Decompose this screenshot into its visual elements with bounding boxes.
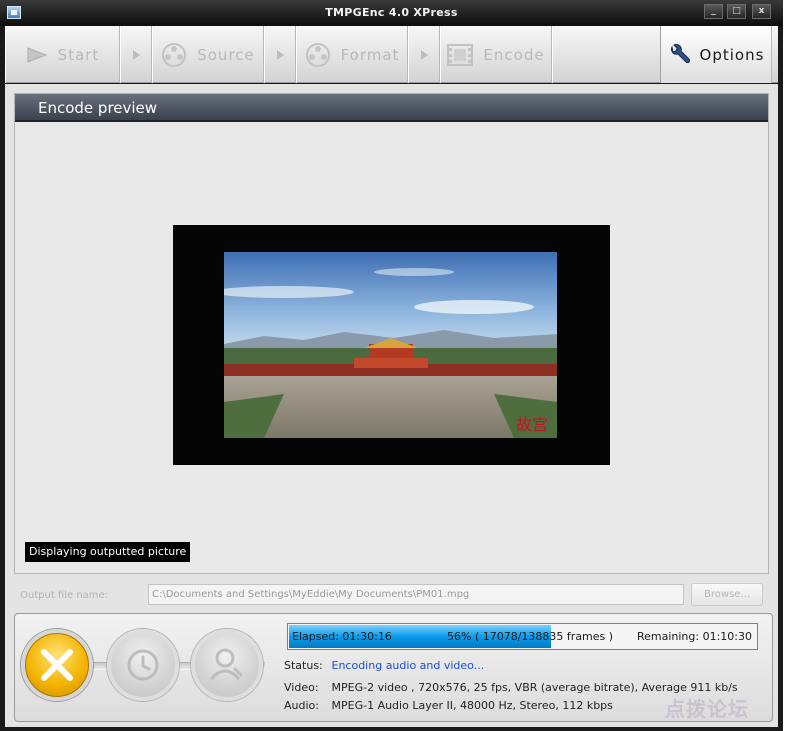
progress-percent: 56% ( 17078/138835 frames ) bbox=[447, 630, 614, 643]
browse-button[interactable]: Browse... bbox=[691, 583, 763, 606]
main-window: TMPGEnc 4.0 XPress _ □ x Start Source Fo… bbox=[0, 0, 783, 731]
preview-title: Encode preview bbox=[38, 99, 158, 117]
schedule-button[interactable] bbox=[107, 629, 179, 701]
wrench-icon bbox=[670, 43, 690, 63]
format-label: Format bbox=[340, 45, 400, 64]
encode-preview-panel: Encode preview 故宫 Displaying outputted p… bbox=[14, 93, 769, 574]
cancel-encode-button[interactable] bbox=[21, 629, 93, 701]
elapsed-time: Elapsed: 01:30:16 bbox=[292, 630, 392, 643]
remaining-time: Remaining: 01:10:30 bbox=[636, 630, 752, 643]
preview-status-label: Displaying outputted picture bbox=[25, 542, 191, 562]
start-button[interactable]: Start bbox=[5, 26, 120, 83]
audio-row: Audio: MPEG-1 Audio Layer II, 48000 Hz, … bbox=[284, 699, 613, 712]
close-x-icon bbox=[41, 649, 73, 681]
clock-icon bbox=[127, 649, 159, 681]
status-value: Encoding audio and video... bbox=[331, 659, 485, 672]
encode-control-panel: Elapsed: 01:30:16 56% ( 17078/138835 fra… bbox=[14, 613, 773, 722]
title-bar[interactable]: TMPGEnc 4.0 XPress _ □ x bbox=[0, 0, 783, 26]
window-title: TMPGEnc 4.0 XPress bbox=[325, 6, 458, 19]
source-label: Source bbox=[197, 45, 255, 64]
options-button[interactable]: Options bbox=[660, 26, 772, 83]
user-icon bbox=[209, 648, 243, 681]
format-button[interactable]: Format bbox=[296, 26, 408, 83]
close-button[interactable]: x bbox=[752, 4, 771, 19]
video-key: Video: bbox=[284, 681, 319, 694]
step-arrow-icon bbox=[264, 26, 296, 83]
step-arrow-icon bbox=[120, 26, 152, 83]
source-button[interactable]: Source bbox=[152, 26, 264, 83]
forum-watermark: 点拨论坛 bbox=[665, 697, 749, 721]
palace-scene-image: 故宫 bbox=[224, 252, 557, 438]
minimize-button[interactable]: _ bbox=[704, 4, 723, 19]
play-arrow-icon bbox=[27, 46, 48, 63]
video-frame-image: 故宫 bbox=[224, 252, 557, 438]
film-reel-icon bbox=[305, 42, 330, 67]
encode-page: Encode preview 故宫 Displaying outputted p… bbox=[5, 84, 778, 727]
film-strip-icon bbox=[447, 43, 474, 66]
encode-button[interactable]: Encode bbox=[440, 26, 552, 83]
status-row: Status: Encoding audio and video... bbox=[284, 659, 484, 672]
svg-text:故宫: 故宫 bbox=[516, 415, 548, 434]
options-label: Options bbox=[699, 45, 765, 64]
user-action-button[interactable] bbox=[191, 629, 263, 701]
preview-header: Encode preview bbox=[15, 94, 768, 122]
encode-label: Encode bbox=[483, 45, 545, 64]
audio-value: MPEG-1 Audio Layer II, 48000 Hz, Stereo,… bbox=[331, 699, 613, 712]
film-reel-icon bbox=[162, 42, 187, 67]
maximize-button[interactable]: □ bbox=[727, 4, 746, 19]
start-label: Start bbox=[57, 45, 100, 64]
step-arrow-icon bbox=[408, 26, 440, 83]
output-file-label: Output file name: bbox=[20, 590, 109, 601]
encode-progress-bar: Elapsed: 01:30:16 56% ( 17078/138835 fra… bbox=[287, 623, 758, 650]
workflow-toolbar: Start Source Format Encode Options bbox=[5, 26, 778, 83]
audio-key: Audio: bbox=[284, 699, 319, 712]
toolbar-spacer bbox=[552, 26, 660, 83]
status-key: Status: bbox=[284, 659, 323, 672]
output-file-field[interactable]: C:\Documents and Settings\MyEddie\My Doc… bbox=[148, 584, 684, 605]
video-preview: 故宫 bbox=[173, 225, 610, 465]
